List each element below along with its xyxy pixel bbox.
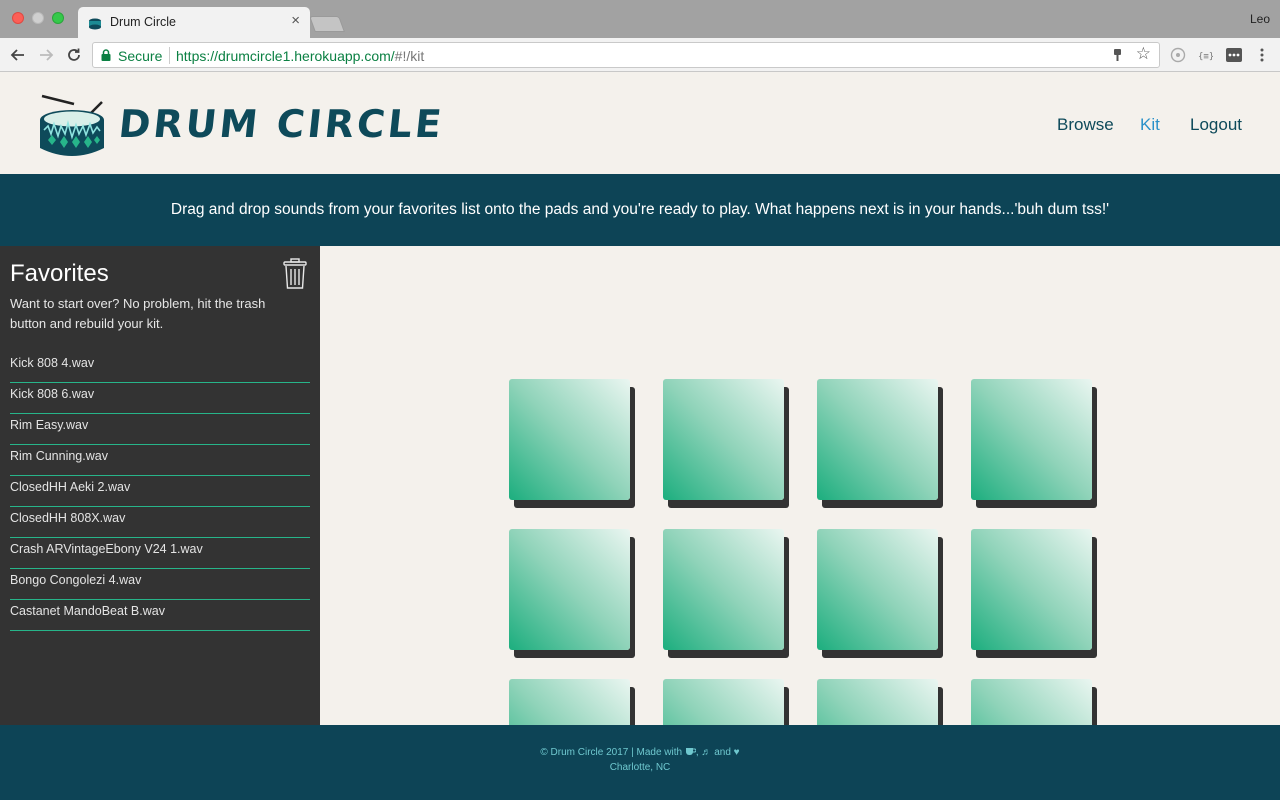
drum-pad-1[interactable] [509,379,630,500]
footer-credits-text: © Drum Circle 2017 | Made with [540,747,683,758]
bookmark-star-icon[interactable]: ☆ [1136,45,1151,62]
forward-arrow-icon [40,49,54,61]
tab-close-icon[interactable]: × [291,13,300,28]
back-arrow-icon [10,49,24,61]
site-logo-text[interactable]: DRUM CIRCLE [117,102,447,146]
profile-name[interactable]: Leo [1250,12,1270,26]
drum-pad-4[interactable] [971,379,1092,500]
drum-pad-9[interactable] [509,679,630,725]
music-note-icon: ♬ [701,747,712,758]
window-minimize-button[interactable] [32,12,44,24]
extension-dots-icon[interactable] [1226,47,1242,63]
browser-toolbar: Secure https://drumcircle1.herokuapp.com… [0,38,1280,72]
favorites-title: Favorites [10,260,109,287]
svg-text:{≡}: {≡} [1198,52,1213,62]
favorites-sidebar: Favorites Want to start over? No problem… [0,246,320,725]
url-host: https://drumcircle1.herokuapp.com/ [176,48,395,64]
tab-title: Drum Circle [110,15,176,29]
banner-text: Drag and drop sounds from your favorites… [170,201,1110,218]
browser-menu-icon[interactable] [1254,47,1270,63]
favorite-sound-item[interactable]: Bongo Congolezi 4.wav [10,569,310,600]
browser-tabstrip: Drum Circle × Leo [0,0,1280,38]
window-close-button[interactable] [12,12,24,24]
favorite-sound-item[interactable]: ClosedHH 808X.wav [10,507,310,538]
key-icon[interactable] [1111,48,1125,62]
favorites-description: Want to start over? No problem, hit the … [10,296,266,331]
drum-pad-8[interactable] [971,529,1092,650]
nav-kit-link[interactable]: Kit [1140,115,1160,135]
drum-pad-12[interactable] [971,679,1092,725]
forward-button[interactable] [35,44,57,66]
url-separator [169,47,170,64]
nav-browse-link[interactable]: Browse [1057,115,1114,135]
secure-label: Secure [118,48,163,64]
drum-pad-5[interactable] [509,529,630,650]
reload-button[interactable] [63,44,85,66]
drum-pad-6[interactable] [663,529,784,650]
lock-icon [101,49,111,61]
heart-icon: ♥ [733,747,740,758]
window-zoom-button[interactable] [52,12,64,24]
drum-pad-11[interactable] [817,679,938,725]
favorite-sound-item[interactable]: Castanet MandoBeat B.wav [10,600,310,631]
favorite-sound-item[interactable]: Rim Cunning.wav [10,445,310,476]
nav-logout-link[interactable]: Logout [1190,115,1242,135]
url-path: #!/kit [394,48,425,64]
drum-pad-10[interactable] [663,679,784,725]
trash-icon[interactable] [282,258,308,290]
new-tab-button[interactable] [309,16,345,32]
favorites-list: Kick 808 4.wav Kick 808 6.wav Rim Easy.w… [10,352,310,631]
favorite-sound-item[interactable]: ClosedHH Aeki 2.wav [10,476,310,507]
footer-location: Charlotte, NC [609,762,671,773]
drum-pad-2[interactable] [663,379,784,500]
favorite-sound-item[interactable]: Kick 808 4.wav [10,352,310,383]
site-header: DRUM CIRCLE Browse Kit Logout [0,72,1280,174]
drum-pads-area [320,246,1280,725]
favorite-sound-item[interactable]: Kick 808 6.wav [10,383,310,414]
favorite-sound-item[interactable]: Crash ARVintageEbony V24 1.wav [10,538,310,569]
footer-and-text: and [714,747,731,758]
url-text[interactable]: https://drumcircle1.herokuapp.com/#!/kit [176,48,424,64]
extension-circle-icon[interactable] [1170,47,1186,63]
drum-pad-7[interactable] [817,529,938,650]
back-button[interactable] [7,44,29,66]
browser-tab[interactable]: Drum Circle × [78,7,310,38]
site-footer: © Drum Circle 2017 | Made with , ♬ and ♥… [0,725,1280,800]
drum-pad-3[interactable] [817,379,938,500]
drum-favicon-icon [89,18,101,30]
extension-json-icon[interactable]: {≡} [1197,47,1213,63]
drum-logo-icon[interactable] [36,90,108,162]
favorite-sound-item[interactable]: Rim Easy.wav [10,414,310,445]
drum-pads-grid [509,379,1092,725]
address-bar[interactable]: Secure https://drumcircle1.herokuapp.com… [92,42,1160,68]
coffee-cup-icon [685,748,697,755]
instructions-banner: Drag and drop sounds from your favorites… [0,174,1280,246]
reload-icon [68,48,80,61]
footer-credits: © Drum Circle 2017 | Made with , ♬ and ♥ [540,747,740,758]
